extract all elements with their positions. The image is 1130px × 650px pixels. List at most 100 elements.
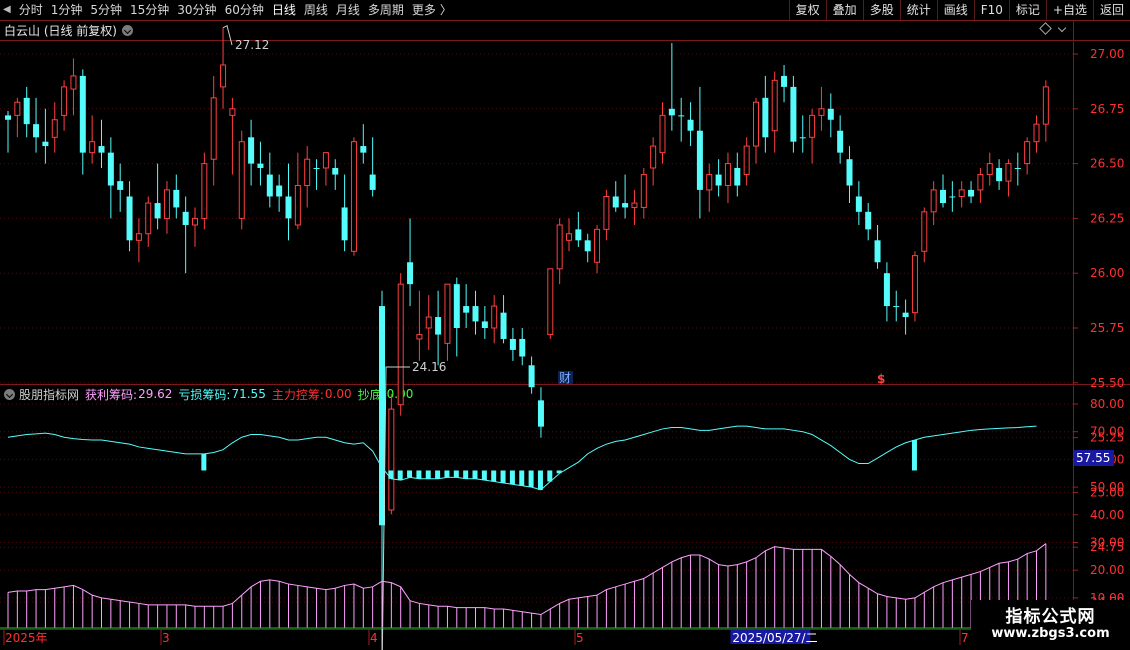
- candle: [1005, 159, 1012, 197]
- candle-body: [668, 108, 675, 116]
- candle-body: [575, 229, 582, 241]
- candle-body: [724, 163, 731, 187]
- price-tick-label: 26.25: [1090, 211, 1124, 225]
- candle-body: [566, 233, 572, 241]
- candle-body: [977, 174, 984, 191]
- indicator-tick-label: 70.00: [1090, 425, 1124, 439]
- indicator-tick-label: 50.00: [1090, 480, 1124, 494]
- event-markers: 财 $: [558, 371, 885, 386]
- candle-body: [472, 306, 479, 322]
- loss-chips-bar: [481, 470, 487, 481]
- date-label: 3: [162, 631, 170, 645]
- candle-body: [89, 141, 96, 154]
- candle: [70, 58, 77, 116]
- candle: [463, 284, 470, 328]
- candle-body: [696, 130, 703, 190]
- candle-body: [678, 115, 685, 117]
- candle: [42, 108, 49, 164]
- candle: [5, 110, 11, 153]
- date-label: 2025年: [5, 631, 48, 645]
- candle: [89, 115, 96, 164]
- candle-body: [706, 174, 713, 191]
- candle: [986, 152, 993, 186]
- candle: [968, 181, 975, 204]
- loss-chips-bar: [425, 470, 431, 479]
- loss-chips-bar: [911, 440, 917, 471]
- date-label: 7: [961, 631, 969, 645]
- low-pointer: [381, 366, 410, 650]
- low-price-label: 24.16: [412, 360, 446, 374]
- candle: [696, 86, 703, 219]
- price-tick-label: 27.00: [1090, 47, 1124, 61]
- candle-body: [528, 365, 535, 388]
- candle-body: [968, 189, 975, 197]
- candle-body: [837, 130, 844, 153]
- candle-body: [612, 196, 619, 208]
- candle-body: [5, 115, 11, 120]
- candle: [846, 146, 853, 204]
- loss-chips-bar: [453, 470, 459, 478]
- candle-body: [98, 146, 105, 153]
- candle-body: [584, 240, 591, 252]
- date-label: 4: [370, 631, 378, 645]
- candle: [753, 97, 759, 164]
- candle-body: [229, 108, 236, 116]
- candle: [266, 152, 273, 208]
- loss-chips-bar: [509, 470, 515, 485]
- candle: [799, 115, 806, 153]
- candle-body: [537, 400, 544, 427]
- indicator-tick-label: 80.00: [1090, 397, 1124, 411]
- dollar-marker[interactable]: $: [877, 372, 885, 386]
- candle-body: [622, 203, 629, 208]
- candle: [435, 290, 442, 366]
- candle-body: [781, 75, 788, 87]
- candle: [883, 262, 890, 322]
- indicator-axis: 80.0070.0060.0050.0040.0030.0020.0010.00: [1073, 397, 1124, 605]
- indicator-tick-label: 20.00: [1090, 563, 1124, 577]
- candle-body: [266, 174, 273, 197]
- candle-body: [1005, 163, 1012, 182]
- candle: [603, 189, 610, 241]
- candle: [192, 207, 198, 247]
- candle-body: [425, 316, 432, 329]
- loss-chips-bar: [444, 470, 450, 478]
- finance-marker[interactable]: 财: [559, 371, 571, 385]
- candle: [276, 174, 283, 212]
- watermark-url: www.zbgs3.com: [991, 626, 1110, 641]
- candle-body: [771, 79, 778, 132]
- candle-body: [397, 283, 404, 406]
- price-tick-label: 26.50: [1090, 157, 1124, 171]
- kline-chart[interactable]: 27.0026.7526.5026.2526.0025.7525.5025.25…: [0, 0, 1130, 650]
- loss-chips-bar: [407, 470, 413, 478]
- loss-chips-bar: [519, 470, 525, 486]
- candle-body: [846, 159, 853, 186]
- candle-body: [827, 108, 834, 120]
- candle-body: [594, 228, 601, 263]
- candle: [781, 64, 788, 103]
- candle: [322, 152, 329, 186]
- candle-body: [1024, 141, 1031, 165]
- cursor-value: 57.55: [1076, 451, 1110, 465]
- candle-body: [117, 181, 124, 190]
- loss-chips-bar: [491, 470, 497, 482]
- candle-body: [790, 86, 797, 142]
- candle-body: [135, 233, 142, 241]
- price-tick-label: 25.75: [1090, 321, 1124, 335]
- candle: [958, 181, 965, 208]
- candle-body: [799, 137, 806, 139]
- loss-chips-bar: [537, 470, 543, 490]
- candle-body: [743, 145, 750, 176]
- candle-body: [304, 158, 311, 187]
- candle: [528, 356, 535, 394]
- candle: [921, 207, 928, 263]
- candle: [659, 102, 666, 164]
- candle-body: [107, 152, 114, 186]
- price-tick-label: 25.50: [1090, 376, 1124, 390]
- cursor-value-box: 57.55: [1074, 450, 1114, 466]
- high-price-label: 27.12: [235, 38, 269, 52]
- candle: [556, 218, 563, 285]
- gridlines: [0, 53, 1073, 603]
- candle: [874, 224, 881, 269]
- candle: [397, 273, 404, 416]
- candle: [762, 75, 769, 153]
